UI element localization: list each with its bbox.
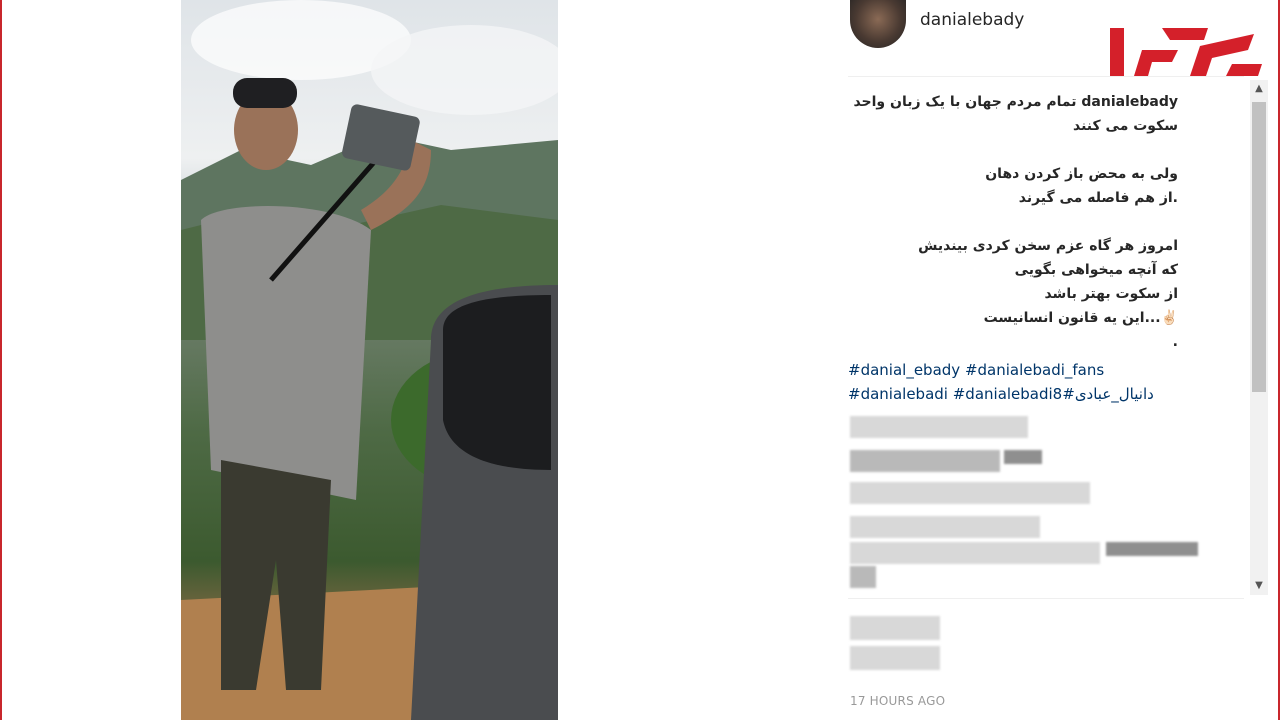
- caption-line: سکوت می کنند: [1073, 118, 1178, 134]
- post-timestamp: 17 HOURS AGO: [850, 694, 946, 708]
- blurred-comment: [1004, 450, 1042, 464]
- blurred-comment: [850, 482, 1090, 504]
- caption-line: از سکوت بهتر باشد: [1044, 286, 1178, 302]
- blurred-comment: [850, 416, 1028, 438]
- caption-line: ولی به محض باز کردن دهان: [985, 166, 1178, 182]
- blurred-comment: [1106, 542, 1198, 556]
- hashtag-link[interactable]: #دانیال_عبادی: [1062, 385, 1154, 403]
- post-caption: danialebady تمام مردم جهان با یک زبان وا…: [848, 90, 1178, 354]
- caption-line: .از هم فاصله می گیرند: [1018, 190, 1178, 206]
- caption-line: ✌🏻...این یه قانون انسانیست: [983, 310, 1178, 326]
- blurred-likes: [850, 616, 940, 640]
- caption-username[interactable]: danialebady: [1081, 94, 1178, 110]
- frame-left-border: [0, 0, 2, 720]
- scrollbar-thumb[interactable]: [1252, 102, 1266, 392]
- post-photo[interactable]: [181, 0, 558, 720]
- profile-avatar[interactable]: [850, 0, 906, 48]
- caption-line: تمام مردم جهان با یک زبان واحد: [853, 94, 1077, 110]
- blurred-comment: [850, 542, 1100, 564]
- caption-line: که آنچه میخواهی بگویی: [1014, 262, 1178, 278]
- post-hashtags: #danial_ebady #danialebadi_fans #daniale…: [848, 358, 1193, 406]
- hashtag-line: #danialebadi #danialebadi8#دانیال_عبادی: [848, 382, 1193, 406]
- comments-scrollbar[interactable]: ▲ ▼: [1250, 80, 1268, 595]
- blurred-comment: [850, 450, 1000, 472]
- rokna-logo: [1108, 20, 1268, 84]
- hashtag-link[interactable]: #danialebadi: [848, 385, 948, 403]
- hashtag-link[interactable]: #danial_ebady: [848, 361, 960, 379]
- profile-username[interactable]: danialebady: [920, 10, 1024, 30]
- scroll-up-arrow-icon[interactable]: ▲: [1250, 80, 1268, 98]
- bottom-divider: [848, 598, 1244, 599]
- comments-panel[interactable]: danialebady تمام مردم جهان با یک زبان وا…: [848, 90, 1244, 595]
- caption-line: .: [1172, 334, 1178, 350]
- hashtag-link[interactable]: #danialebadi8: [953, 385, 1063, 403]
- scroll-down-arrow-icon[interactable]: ▼: [1250, 577, 1268, 595]
- hashtag-line: #danial_ebady #danialebadi_fans: [848, 358, 1193, 382]
- blurred-comment: [850, 566, 876, 588]
- blurred-comment: [850, 516, 1040, 538]
- caption-line: امروز هر گاه عزم سخن کردی بیندیش: [918, 238, 1178, 254]
- hashtag-link[interactable]: #danialebadi_fans: [965, 361, 1104, 379]
- post-photo-illustration: [181, 0, 558, 720]
- blurred-likes: [850, 646, 940, 670]
